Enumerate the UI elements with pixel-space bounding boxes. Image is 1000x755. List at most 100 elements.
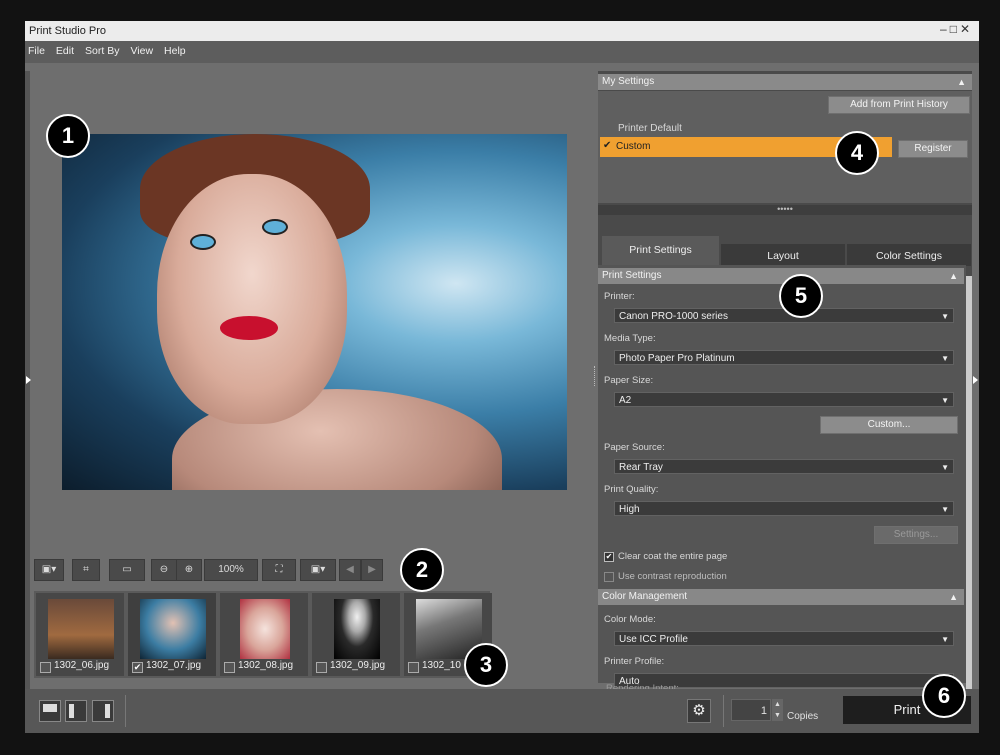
media-type-value: Photo Paper Pro Platinum bbox=[619, 353, 735, 364]
crop-icon[interactable]: ⌗ bbox=[72, 559, 100, 581]
paper-source-label: Paper Source: bbox=[604, 442, 665, 453]
dropdown-arrow-icon: ▼ bbox=[941, 312, 949, 321]
print-quality-label: Print Quality: bbox=[604, 484, 659, 495]
gear-icon[interactable]: ⚙ bbox=[687, 699, 711, 723]
dropdown-arrow-icon: ▼ bbox=[941, 635, 949, 644]
photo-eye-right bbox=[262, 219, 288, 235]
tab-layout[interactable]: Layout bbox=[721, 244, 845, 266]
menu-bar: File Edit Sort By View Help bbox=[25, 41, 979, 63]
settings-scrollbar[interactable] bbox=[966, 276, 972, 716]
menu-view[interactable]: View bbox=[130, 41, 153, 57]
paper-size-value: A2 bbox=[619, 395, 632, 406]
expand-right-icon[interactable] bbox=[973, 376, 978, 384]
my-settings-title: My Settings bbox=[602, 76, 655, 87]
callout-marker: 5 bbox=[779, 274, 823, 318]
zoom-level-select[interactable]: 100% bbox=[204, 559, 258, 581]
menu-file[interactable]: File bbox=[28, 41, 45, 57]
window-controls[interactable]: ‒□✕ bbox=[940, 22, 973, 36]
window-title: Print Studio Pro bbox=[29, 25, 107, 37]
prev-icon[interactable]: ◀ bbox=[339, 559, 361, 581]
fit-icon[interactable]: ⛶ bbox=[262, 559, 296, 581]
settings-panel: My Settings ▲ Add from Print History Pri… bbox=[598, 71, 972, 716]
print-settings-title: Print Settings bbox=[602, 270, 662, 281]
copies-input[interactable]: 1 bbox=[731, 699, 771, 721]
thumbnail-item[interactable]: 1302_06.jpg bbox=[36, 593, 124, 676]
media-type-select[interactable]: Photo Paper Pro Platinum ▼ bbox=[614, 350, 954, 365]
printer-default-item[interactable]: Printer Default bbox=[618, 123, 682, 134]
layout-single-icon[interactable] bbox=[39, 700, 61, 722]
collapse-icon[interactable]: ▲ bbox=[949, 589, 958, 605]
bottom-bar: ⚙ 1 ▲ ▼ Copies Print bbox=[25, 689, 979, 733]
callout-marker: 3 bbox=[464, 643, 508, 687]
contrast-label: Use contrast reproduction bbox=[618, 571, 727, 582]
printer-profile-label: Printer Profile: bbox=[604, 656, 665, 667]
thumbnail-checkbox[interactable]: ✔ bbox=[132, 662, 143, 673]
callout-marker: 6 bbox=[922, 674, 966, 718]
collapse-icon[interactable]: ▲ bbox=[949, 268, 958, 284]
thumbnail-checkbox[interactable] bbox=[224, 662, 235, 673]
paper-size-label: Paper Size: bbox=[604, 375, 654, 386]
menu-sort-by[interactable]: Sort By bbox=[85, 41, 119, 57]
preview-image bbox=[62, 134, 567, 490]
copies-up-icon[interactable]: ▲ bbox=[772, 699, 783, 710]
resize-grip[interactable]: ••••• bbox=[598, 205, 972, 215]
layout-split-icon[interactable] bbox=[65, 700, 87, 722]
photo-face bbox=[157, 174, 347, 424]
tab-print-settings[interactable]: Print Settings bbox=[602, 236, 719, 265]
thumbnail-image bbox=[48, 599, 114, 659]
tab-color-settings[interactable]: Color Settings bbox=[847, 244, 971, 266]
image-menu-button[interactable]: ▣▾ bbox=[34, 559, 64, 581]
frame-button[interactable]: ▭ bbox=[109, 559, 145, 581]
image-options-button[interactable]: ▣▾ bbox=[300, 559, 336, 581]
color-mode-select[interactable]: Use ICC Profile ▼ bbox=[614, 631, 954, 646]
custom-size-button[interactable]: Custom... bbox=[820, 416, 958, 434]
photo-eye-left bbox=[190, 234, 216, 250]
copies-down-icon[interactable]: ▼ bbox=[772, 710, 783, 721]
dropdown-arrow-icon: ▼ bbox=[941, 463, 949, 472]
thumbnail-item[interactable]: 1302_08.jpg bbox=[220, 593, 308, 676]
contrast-checkbox[interactable] bbox=[604, 572, 614, 582]
print-settings-header[interactable]: Print Settings ▲ bbox=[598, 268, 964, 284]
collapse-icon[interactable]: ▲ bbox=[957, 74, 966, 90]
thumbnail-name: 1302_08.jpg bbox=[238, 660, 294, 671]
thumbnail-item[interactable]: ✔ 1302_07.jpg bbox=[128, 593, 216, 676]
menu-edit[interactable]: Edit bbox=[56, 41, 74, 57]
left-panel-handle[interactable] bbox=[25, 71, 30, 731]
expand-left-icon[interactable] bbox=[26, 376, 31, 384]
selected-check-icon: ✔ bbox=[603, 140, 612, 151]
separator bbox=[723, 695, 724, 727]
photo-lips bbox=[220, 316, 278, 340]
add-from-print-history-button[interactable]: Add from Print History bbox=[828, 96, 970, 114]
paper-source-select[interactable]: Rear Tray ▼ bbox=[614, 459, 954, 474]
thumbnail-name: 1302_10 bbox=[422, 660, 461, 671]
color-management-header[interactable]: Color Management ▲ bbox=[598, 589, 964, 605]
thumbnail-checkbox[interactable] bbox=[408, 662, 419, 673]
separator bbox=[125, 695, 126, 727]
thumbnail-checkbox[interactable] bbox=[40, 662, 51, 673]
clear-coat-checkbox[interactable]: ✔ bbox=[604, 552, 614, 562]
layout-side-icon[interactable] bbox=[92, 700, 114, 722]
thumbnail-name: 1302_09.jpg bbox=[330, 660, 386, 671]
thumbnail-checkbox[interactable] bbox=[316, 662, 327, 673]
custom-item-label: Custom bbox=[616, 141, 651, 152]
thumbnail-image bbox=[334, 599, 380, 659]
zoom-out-icon[interactable]: ⊖ bbox=[151, 559, 177, 581]
menu-help[interactable]: Help bbox=[164, 41, 186, 57]
my-settings-header[interactable]: My Settings ▲ bbox=[598, 74, 972, 90]
thumbnail-image bbox=[140, 599, 206, 659]
color-mode-value: Use ICC Profile bbox=[619, 634, 688, 645]
paper-source-value: Rear Tray bbox=[619, 462, 663, 473]
color-mode-label: Color Mode: bbox=[604, 614, 656, 625]
thumbnail-strip: 1302_06.jpg ✔ 1302_07.jpg 1302_08.jpg 13… bbox=[34, 591, 492, 678]
quality-settings-button[interactable]: Settings... bbox=[874, 526, 958, 544]
thumbnail-item[interactable]: 1302_09.jpg bbox=[312, 593, 400, 676]
thumbnail-image bbox=[240, 599, 290, 659]
media-type-label: Media Type: bbox=[604, 333, 656, 344]
paper-size-select[interactable]: A2 ▼ bbox=[614, 392, 954, 407]
print-quality-select[interactable]: High ▼ bbox=[614, 501, 954, 516]
title-bar: Print Studio Pro ‒□✕ bbox=[25, 21, 979, 41]
next-icon[interactable]: ▶ bbox=[361, 559, 383, 581]
zoom-in-icon[interactable]: ⊕ bbox=[176, 559, 202, 581]
register-button[interactable]: Register bbox=[898, 140, 968, 158]
copies-label: Copies bbox=[787, 711, 819, 722]
